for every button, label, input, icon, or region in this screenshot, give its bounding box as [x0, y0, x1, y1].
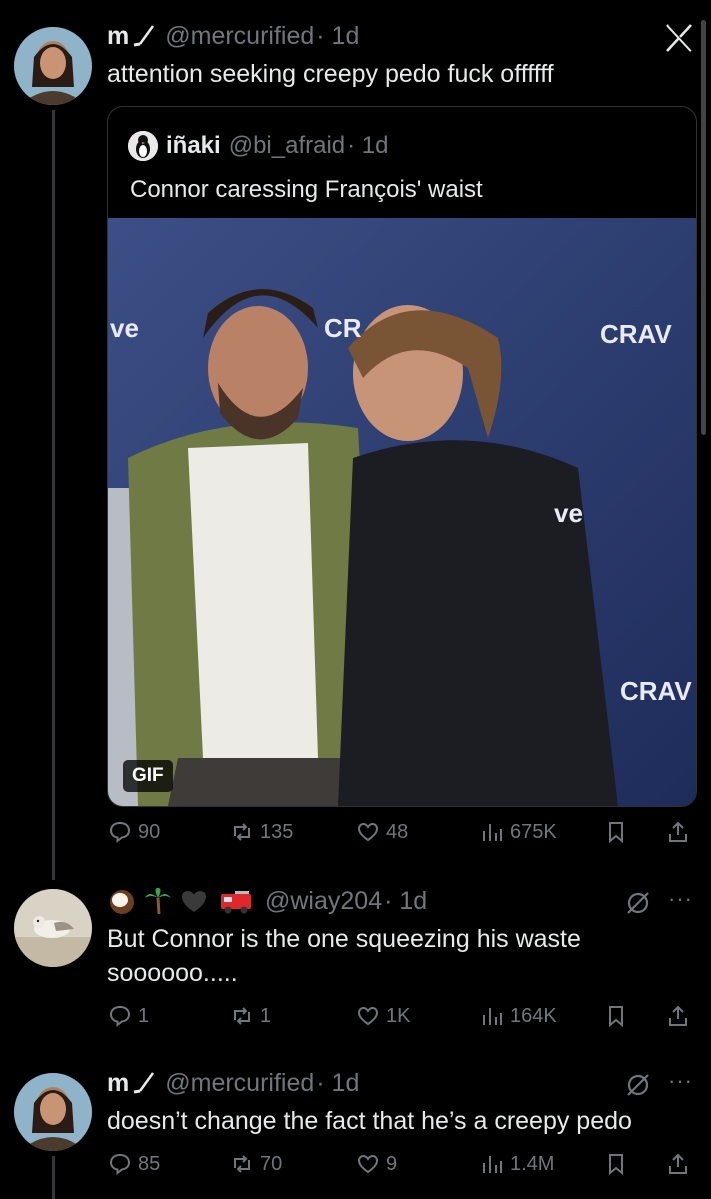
grok-icon[interactable] — [624, 1071, 652, 1099]
views-icon — [483, 1156, 502, 1173]
black-heart-icon — [179, 886, 209, 916]
coconut-icon — [107, 886, 137, 916]
hockey-stick-icon — [131, 1071, 157, 1097]
repost-icon — [234, 823, 250, 841]
reply-button[interactable]: 1 — [108, 1004, 149, 1028]
heart-icon — [357, 1006, 379, 1026]
backdrop-logo: CRAV — [620, 676, 692, 706]
repost-count: 1 — [260, 1004, 272, 1027]
view-count: 675K — [510, 820, 557, 843]
bookmark-button[interactable] — [604, 1152, 628, 1176]
author-handle[interactable]: @mercurified — [165, 1069, 314, 1098]
avatar — [128, 131, 158, 161]
bookmark-icon — [609, 822, 623, 844]
quoted-tweet[interactable]: iñaki @bi_afraid · 1d Connor caressing F… — [107, 106, 697, 807]
tweet-text: But Connor is the one squeezing his wast… — [107, 925, 581, 987]
palm-tree-icon — [143, 886, 173, 916]
reply-icon — [109, 1005, 131, 1028]
tweet-text: doesn’t change the fact that he’s a cree… — [107, 1107, 632, 1135]
close-icon[interactable] — [663, 22, 695, 54]
reply-count: 85 — [138, 1152, 161, 1175]
author-handle[interactable]: @wiay204 — [265, 887, 382, 916]
gif-media[interactable]: ve CR CRAV ve CRAV GIF — [108, 218, 696, 806]
repost-button[interactable]: 1 — [230, 1004, 271, 1028]
backdrop-logo: ve — [554, 498, 583, 528]
backdrop-logo: ve — [110, 313, 139, 343]
views-button[interactable]: 675K — [480, 820, 557, 844]
grok-icon[interactable] — [624, 889, 652, 917]
gif-image — [108, 218, 696, 806]
gif-badge: GIF — [123, 760, 173, 792]
like-button[interactable]: 1K — [356, 1004, 410, 1028]
thread-line — [52, 1156, 55, 1199]
avatar[interactable] — [14, 1073, 92, 1151]
reply-count: 90 — [138, 820, 161, 843]
author-name[interactable]: m — [107, 1069, 129, 1098]
avatar[interactable] — [14, 27, 92, 105]
reply-button[interactable]: 85 — [108, 1152, 160, 1176]
repost-icon — [234, 1007, 250, 1025]
like-count: 9 — [386, 1152, 398, 1175]
heart-icon — [357, 1154, 379, 1174]
more-options-icon[interactable]: ··· — [668, 1068, 693, 1094]
quoted-timestamp: · 1d — [347, 132, 389, 159]
tweet-text: attention seeking creepy pedo fuck offff… — [107, 60, 554, 88]
reply-count: 1 — [138, 1004, 150, 1027]
quoted-author-name: iñaki — [166, 132, 221, 159]
share-button[interactable] — [666, 1152, 690, 1176]
views-icon — [483, 1008, 502, 1025]
bookmark-button[interactable] — [604, 820, 628, 844]
reply-icon — [109, 1153, 131, 1176]
backdrop-logo: CRAV — [600, 319, 672, 349]
fire-engine-icon — [219, 886, 253, 916]
repost-button[interactable]: 70 — [230, 1152, 282, 1176]
timestamp[interactable]: · 1d — [384, 887, 427, 916]
repost-icon — [234, 1155, 250, 1173]
backdrop-logo: CR — [324, 313, 362, 343]
like-button[interactable]: 48 — [356, 820, 408, 844]
author-handle[interactable]: @mercurified — [165, 22, 314, 51]
thread-line — [52, 110, 55, 880]
timestamp[interactable]: · 1d — [316, 22, 359, 51]
reply-button[interactable]: 90 — [108, 820, 160, 844]
hockey-stick-icon — [131, 24, 157, 50]
view-count: 164K — [510, 1004, 557, 1027]
more-options-icon[interactable]: ··· — [668, 886, 693, 912]
share-icon — [669, 1153, 687, 1174]
heart-icon — [357, 822, 379, 842]
views-button[interactable]: 164K — [480, 1004, 557, 1028]
bookmark-icon — [609, 1154, 623, 1176]
scrollbar[interactable] — [701, 20, 706, 435]
bookmark-icon — [609, 1006, 623, 1028]
repost-count: 135 — [260, 820, 294, 843]
repost-button[interactable]: 135 — [230, 820, 293, 844]
author-name[interactable]: m — [107, 22, 129, 51]
avatar[interactable] — [14, 889, 92, 967]
like-button[interactable]: 9 — [356, 1152, 397, 1176]
like-count: 1K — [386, 1004, 411, 1027]
like-count: 48 — [386, 820, 409, 843]
repost-count: 70 — [260, 1152, 283, 1175]
quoted-tweet-text: Connor caressing François' waist — [130, 176, 483, 203]
share-button[interactable] — [666, 820, 690, 844]
reply-icon — [109, 821, 131, 844]
bookmark-button[interactable] — [604, 1004, 628, 1028]
views-button[interactable]: 1.4M — [480, 1152, 554, 1176]
share-button[interactable] — [666, 1004, 690, 1028]
share-icon — [669, 1005, 687, 1026]
views-icon — [483, 824, 502, 841]
timestamp[interactable]: · 1d — [316, 1069, 359, 1098]
share-icon — [669, 821, 687, 842]
quoted-author-handle: @bi_afraid — [228, 132, 346, 159]
view-count: 1.4M — [510, 1152, 555, 1175]
